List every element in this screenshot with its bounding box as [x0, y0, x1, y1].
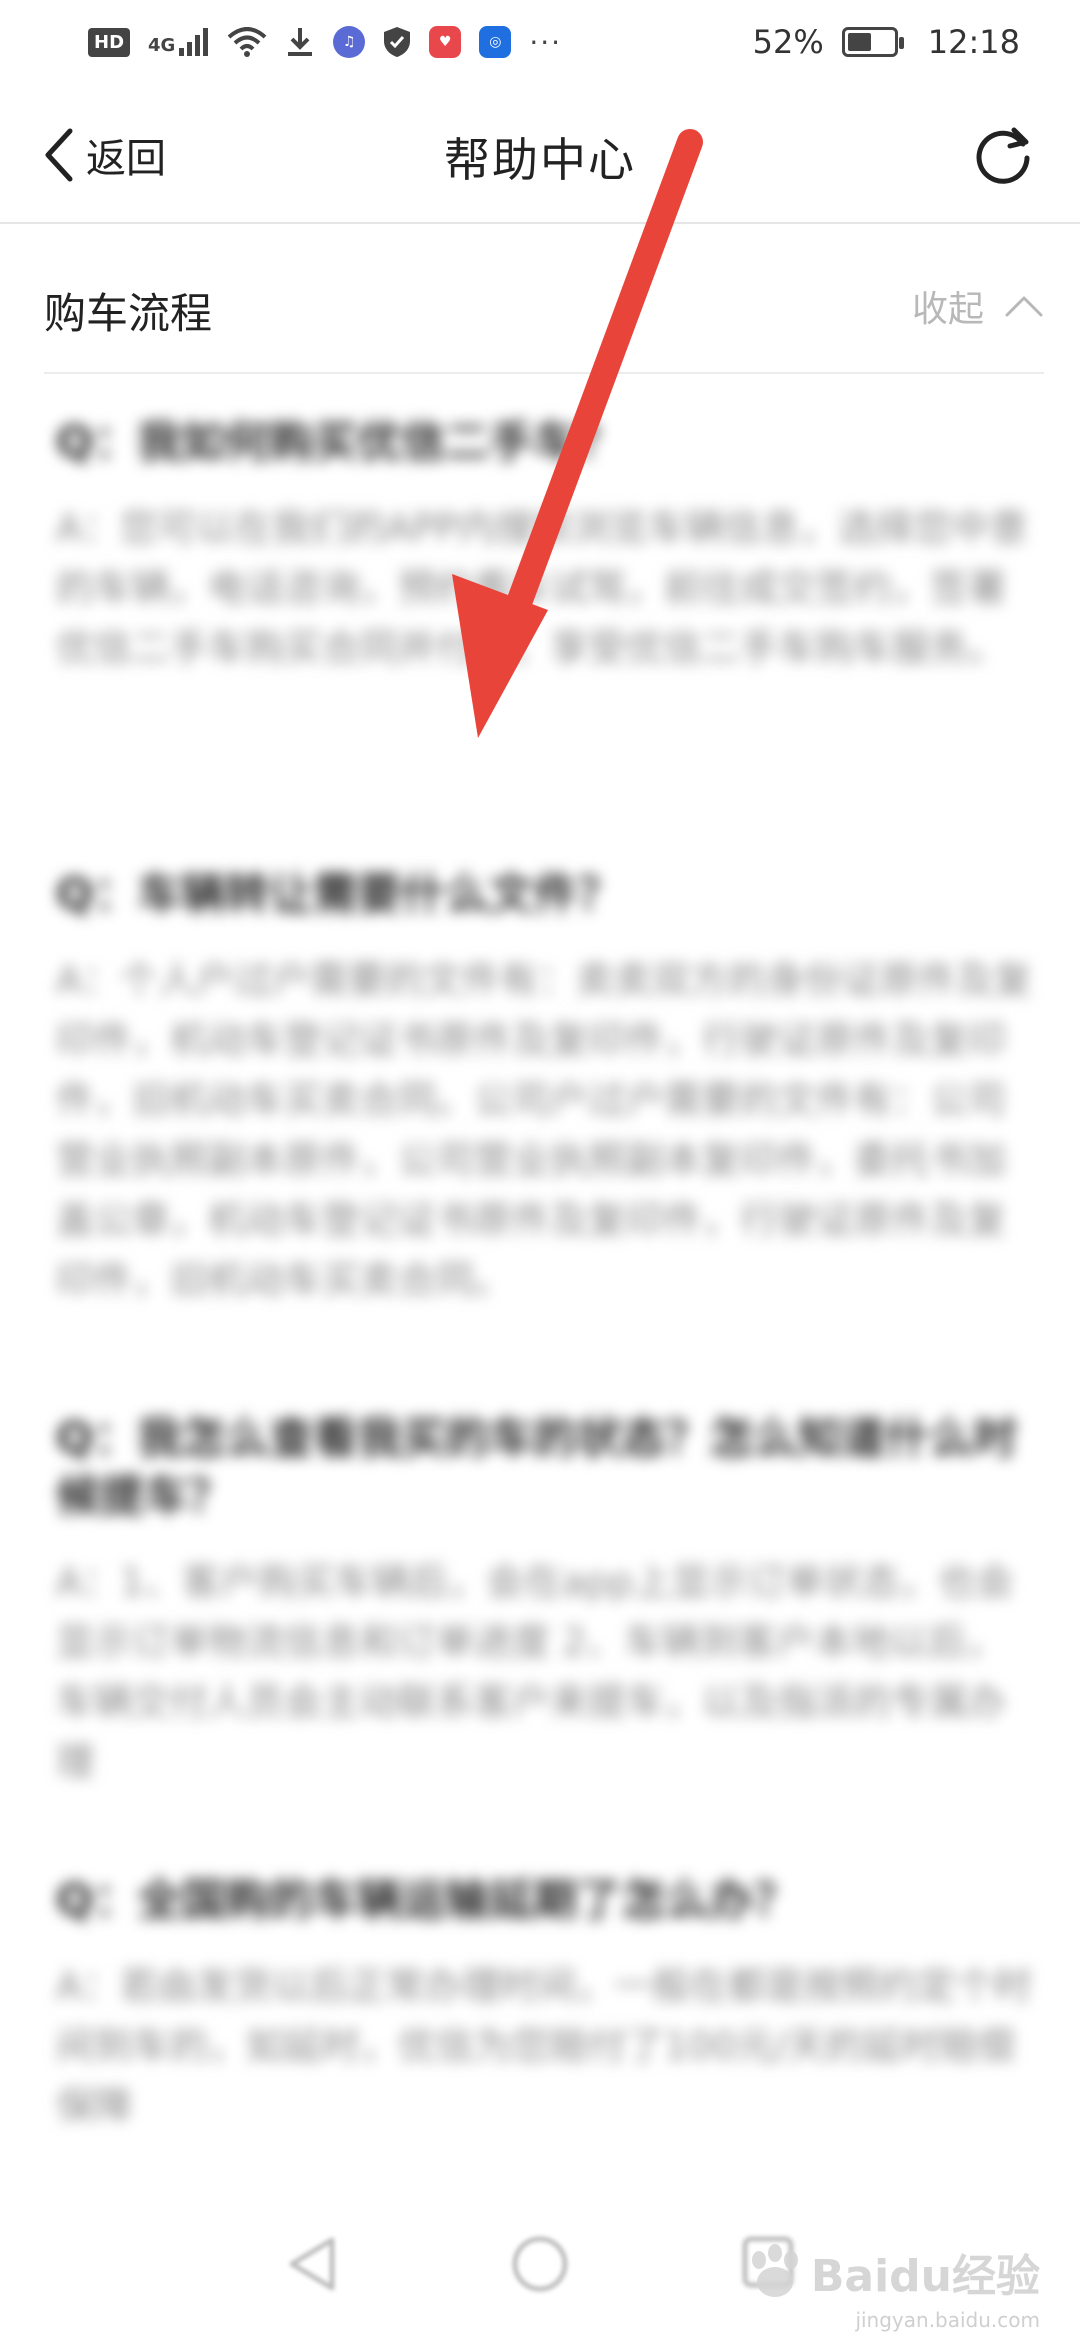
battery-icon	[841, 27, 904, 57]
huawei-app-icon: ♥	[429, 26, 462, 58]
watermark-url: jingyan.baidu.com	[855, 2308, 1040, 2332]
faq-item[interactable]: Q：我如何购买优信二手车？ A：您可以在我们的APP内搜索浏览车辆信息，选择您中…	[56, 414, 1040, 678]
battery-fill	[847, 33, 871, 51]
status-bar: HD 4G ♫ ♥ ◎ ··· 52% 12:18	[0, 0, 1080, 84]
section-header: 购车流程 收起	[0, 224, 1080, 374]
faq-list: Q：我如何购买优信二手车？ A：您可以在我们的APP内搜索浏览车辆信息，选择您中…	[0, 374, 1080, 2194]
watermark-brand: Baidu经验	[810, 2251, 1040, 2302]
faq-item[interactable]: Q：全国购的车辆运输延期了怎么办？ A：若由发货以后正常办理时间，一般在都是按照…	[56, 1872, 1040, 2136]
collapse-label: 收起	[911, 289, 984, 330]
page-title: 帮助中心	[444, 133, 636, 187]
wifi-icon	[228, 27, 267, 57]
faq-question: Q：车辆转让需要什么文件？	[56, 869, 622, 920]
status-bar-left: HD 4G ♫ ♥ ◎ ···	[88, 26, 562, 59]
faq-question: Q：我怎么查看我买的车的状态？怎么知道什么时候提车？	[56, 1413, 1018, 1522]
hd-badge: HD	[88, 27, 131, 57]
faq-item[interactable]: Q：车辆转让需要什么文件？ A：个人户过户需要的文件有：卖卖双方的身份证原件及复…	[56, 866, 1040, 1310]
baidu-watermark: Baidu经验	[745, 2240, 1040, 2304]
chevron-up-icon	[1005, 296, 1043, 317]
signal-label: 4G	[148, 35, 176, 56]
faq-answer: A：1、客户购买车辆后，会在app上显示订单状态，也会显示订单物流信息和订单进度…	[56, 1560, 1014, 1784]
refresh-icon[interactable]	[970, 122, 1036, 188]
section-title: 购车流程	[44, 289, 213, 338]
music-app-icon: ♫	[333, 26, 366, 58]
download-icon	[288, 28, 313, 56]
faq-question: Q：我如何购买优信二手车？	[56, 417, 622, 468]
faq-question: Q：全国购的车辆运输延期了怎么办？	[56, 1875, 798, 1926]
signal-icon: 4G	[148, 28, 209, 56]
faq-answer: A：若由发货以后正常办理时间，一般在都是按照约定个时间到车的，如延时，优信为您赔…	[56, 1964, 1032, 2128]
lightbulb-app-icon: ◎	[479, 26, 512, 58]
nav-home-icon[interactable]	[510, 2234, 570, 2294]
signal-bars-icon	[179, 28, 209, 56]
shield-icon	[384, 27, 411, 57]
app-header: 返回 帮助中心	[0, 84, 1080, 224]
more-notifications: ···	[529, 25, 563, 59]
battery-percent: 52%	[752, 23, 824, 61]
nav-back-icon[interactable]	[284, 2234, 340, 2294]
status-bar-right: 52% 12:18	[753, 23, 1020, 61]
clock: 12:18	[927, 23, 1020, 61]
faq-answer: A：个人户过户需要的文件有：卖卖双方的身份证原件及复印件，机动车登记证书原件及复…	[56, 958, 1032, 1302]
faq-item[interactable]: Q：我怎么查看我买的车的状态？怎么知道什么时候提车？ A：1、客户购买车辆后，会…	[56, 1410, 1040, 1792]
collapse-toggle[interactable]: 收起	[912, 280, 1044, 332]
paw-logo-icon	[751, 2244, 798, 2297]
faq-answer: A：您可以在我们的APP内搜索浏览车辆信息，选择您中意的车辆，电话咨询，预约看车…	[56, 506, 1028, 670]
